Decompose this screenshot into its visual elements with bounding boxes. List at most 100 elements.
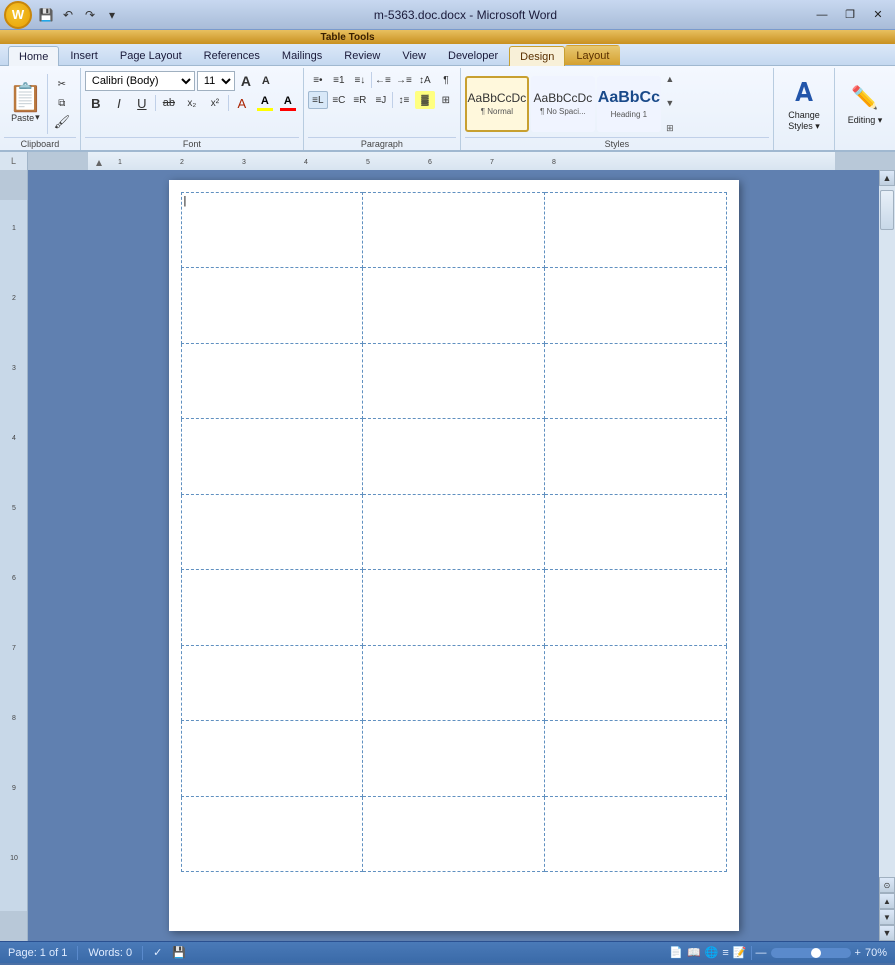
table-cell[interactable] bbox=[363, 494, 545, 569]
show-para-button[interactable]: ¶ bbox=[436, 71, 456, 89]
customize-quick-btn[interactable]: ▾ bbox=[102, 5, 122, 25]
clear-format-button[interactable]: A bbox=[231, 93, 253, 113]
align-right-button[interactable]: ≡R bbox=[350, 91, 370, 109]
tab-insert[interactable]: Insert bbox=[59, 45, 109, 65]
tab-design[interactable]: Design bbox=[509, 46, 565, 66]
styles-more[interactable]: ⊞ bbox=[663, 123, 677, 134]
redo-quick-btn[interactable]: ↷ bbox=[80, 5, 100, 25]
copy-button[interactable]: ⧉ bbox=[51, 94, 73, 112]
strikethrough-button[interactable]: ab bbox=[158, 93, 180, 113]
shading-button[interactable]: ▓ bbox=[415, 91, 435, 109]
increase-indent-button[interactable]: →≡ bbox=[394, 71, 414, 89]
table-cell[interactable] bbox=[181, 570, 363, 645]
table-cell[interactable] bbox=[544, 268, 726, 343]
table-cell[interactable] bbox=[544, 419, 726, 494]
tab-references[interactable]: References bbox=[193, 45, 271, 65]
table-cell[interactable] bbox=[363, 419, 545, 494]
font-size-select[interactable]: 11 bbox=[197, 71, 235, 91]
font-color-button[interactable]: A bbox=[277, 93, 299, 113]
cut-button[interactable]: ✂ bbox=[51, 76, 73, 94]
table-cell[interactable] bbox=[363, 193, 545, 268]
italic-button[interactable]: I bbox=[108, 93, 130, 113]
table-cell[interactable] bbox=[181, 419, 363, 494]
table-cell[interactable] bbox=[544, 796, 726, 872]
bold-button[interactable]: B bbox=[85, 93, 107, 113]
decrease-indent-button[interactable]: ←≡ bbox=[373, 71, 393, 89]
justify-button[interactable]: ≡J bbox=[371, 91, 391, 109]
restore-btn[interactable]: ❐ bbox=[837, 6, 863, 24]
scroll-track[interactable] bbox=[879, 186, 895, 877]
view-fullscreen-btn[interactable]: 📖 bbox=[687, 946, 701, 959]
table-cell[interactable] bbox=[363, 796, 545, 872]
paste-button[interactable]: 📋 Paste▾ bbox=[4, 74, 48, 134]
view-draft-btn[interactable]: 📝 bbox=[733, 946, 747, 959]
view-normal-btn[interactable]: 📄 bbox=[669, 946, 683, 959]
proofing-icon[interactable]: ✓ bbox=[153, 946, 162, 959]
table-cell[interactable] bbox=[363, 645, 545, 720]
shrink-font-button[interactable]: A bbox=[257, 72, 275, 90]
align-center-button[interactable]: ≡C bbox=[329, 91, 349, 109]
change-styles-button[interactable]: 𝐀 ChangeStyles ▾ bbox=[778, 74, 830, 135]
borders-button[interactable]: ⊞ bbox=[436, 91, 456, 109]
numbering-button[interactable]: ≡1 bbox=[329, 71, 349, 89]
table-cell[interactable] bbox=[181, 796, 363, 872]
bullets-button[interactable]: ≡• bbox=[308, 71, 328, 89]
page-status[interactable]: Page: 1 of 1 bbox=[8, 947, 67, 959]
select-browse-button[interactable]: ⊙ bbox=[879, 877, 895, 893]
undo-quick-btn[interactable]: ↶ bbox=[58, 5, 78, 25]
document-area[interactable] bbox=[28, 170, 879, 941]
view-web-btn[interactable]: 🌐 bbox=[705, 946, 719, 959]
save-quick-btn[interactable]: 💾 bbox=[36, 5, 56, 25]
ruler-corner[interactable]: L bbox=[0, 152, 28, 170]
table-cell[interactable] bbox=[181, 494, 363, 569]
style-normal[interactable]: AaBbCcDc ¶ Normal bbox=[465, 76, 529, 132]
zoom-level[interactable]: 70% bbox=[865, 947, 887, 959]
prev-page-button[interactable]: ▲ bbox=[879, 893, 895, 909]
zoom-in-button[interactable]: + bbox=[855, 947, 861, 959]
tab-layout[interactable]: Layout bbox=[565, 45, 620, 65]
align-left-button[interactable]: ≡L bbox=[308, 91, 328, 109]
table-cell[interactable] bbox=[363, 721, 545, 796]
editing-button[interactable]: ✏️ Editing ▾ bbox=[839, 79, 891, 129]
minimize-btn[interactable]: — bbox=[809, 6, 835, 24]
styles-scroll-up[interactable]: ▲ bbox=[663, 74, 677, 84]
grow-font-button[interactable]: A bbox=[237, 72, 255, 90]
next-page-button[interactable]: ▼ bbox=[879, 909, 895, 925]
table-cell[interactable] bbox=[181, 268, 363, 343]
table-cell[interactable] bbox=[544, 494, 726, 569]
word-table[interactable] bbox=[181, 192, 727, 872]
style-no-spacing[interactable]: AaBbCcDc ¶ No Spaci... bbox=[531, 76, 595, 132]
table-cell[interactable] bbox=[181, 343, 363, 418]
save-icon[interactable]: 💾 bbox=[172, 946, 186, 959]
vertical-scrollbar[interactable]: ▲ ⊙ ▲ ▼ ▼ bbox=[879, 170, 895, 941]
zoom-slider[interactable] bbox=[771, 948, 851, 958]
table-cell[interactable] bbox=[363, 343, 545, 418]
tab-review[interactable]: Review bbox=[333, 45, 391, 65]
style-heading1[interactable]: AaBbCc Heading 1 bbox=[597, 76, 661, 132]
font-name-select[interactable]: Calibri (Body) bbox=[85, 71, 195, 91]
line-spacing-button[interactable]: ↕≡ bbox=[394, 91, 414, 109]
table-cell[interactable] bbox=[181, 193, 363, 268]
table-cell[interactable] bbox=[363, 268, 545, 343]
words-status[interactable]: Words: 0 bbox=[88, 947, 132, 959]
scroll-thumb[interactable] bbox=[880, 190, 894, 230]
scroll-down-button[interactable]: ▼ bbox=[879, 925, 895, 941]
zoom-out-button[interactable]: — bbox=[756, 947, 767, 959]
format-painter-button[interactable]: 🖌 bbox=[51, 113, 73, 131]
table-cell[interactable] bbox=[544, 570, 726, 645]
sort-button[interactable]: ↕A bbox=[415, 71, 435, 89]
close-btn[interactable]: ✕ bbox=[865, 6, 891, 24]
table-cell[interactable] bbox=[544, 193, 726, 268]
table-cell[interactable] bbox=[181, 721, 363, 796]
table-cell[interactable] bbox=[181, 645, 363, 720]
tab-mailings[interactable]: Mailings bbox=[271, 45, 333, 65]
tab-home[interactable]: Home bbox=[8, 46, 59, 66]
styles-scroll-down[interactable]: ▼ bbox=[663, 98, 677, 108]
superscript-button[interactable]: x² bbox=[204, 93, 226, 113]
table-cell[interactable] bbox=[363, 570, 545, 645]
view-outline-btn[interactable]: ≡ bbox=[722, 947, 728, 959]
subscript-button[interactable]: x₂ bbox=[181, 93, 203, 113]
highlight-color-button[interactable]: A bbox=[254, 93, 276, 113]
tab-page-layout[interactable]: Page Layout bbox=[109, 45, 193, 65]
table-cell[interactable] bbox=[544, 721, 726, 796]
